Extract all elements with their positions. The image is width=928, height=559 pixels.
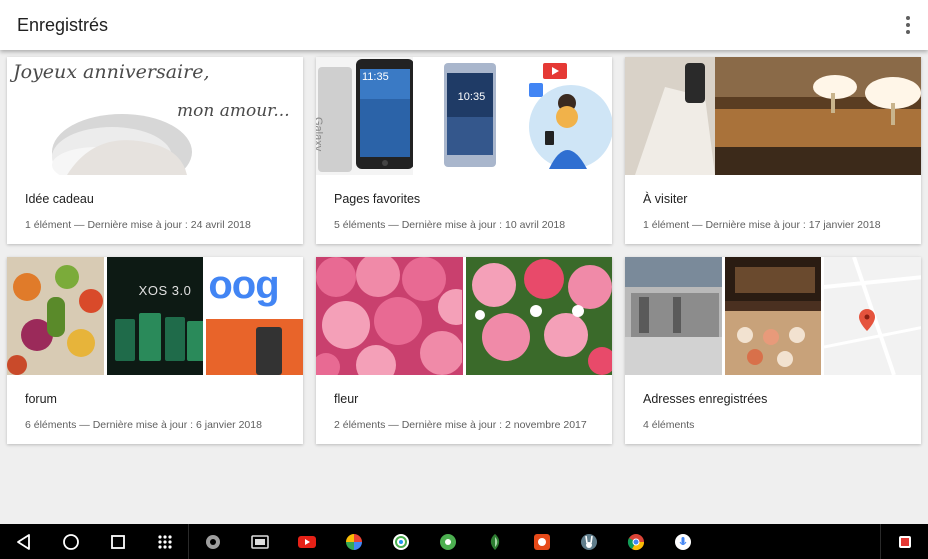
- thumbnail-xos-label: XOS 3.0: [138, 283, 192, 298]
- page-title: Enregistrés: [17, 14, 109, 35]
- card-meta: 6 éléments — Dernière mise à jour : 6 ja…: [25, 419, 262, 431]
- thumbnail-phone-time-2: 10:35: [457, 91, 486, 103]
- thumbnail-phone-time-1: 11:35: [362, 71, 389, 83]
- thumbnail-pastry-shop: [724, 257, 822, 375]
- collection-card-fleur[interactable]: fleur 2 éléments — Dernière mise à jour …: [316, 257, 612, 444]
- thumbnail-assistant-illustration: [515, 57, 612, 175]
- collection-card-adresses[interactable]: Adresses enregistrées 4 éléments: [625, 257, 921, 444]
- thumbnail-map: [824, 257, 921, 375]
- collections-grid: Joyeux anniversaire, mon amour... Idée c…: [7, 57, 922, 444]
- card-thumbnails: XOS 3.0 oog: [7, 257, 303, 375]
- collection-card-a-visiter[interactable]: À visiter 1 élément — Dernière mise à jo…: [625, 57, 921, 244]
- thumbnail-rose-bouquet: [465, 257, 612, 375]
- thumbnail-galaxy-phone: 11:35 Galaxy: [316, 57, 413, 175]
- settings-icon[interactable]: [189, 524, 236, 559]
- thumbnail-station-hall: [625, 257, 722, 375]
- card-meta: 1 élément — Dernière mise à jour : 17 ja…: [643, 219, 881, 231]
- card-thumbnails: 11:35 Galaxy 10:35: [316, 57, 612, 175]
- card-title: forum: [25, 392, 57, 406]
- quik-icon[interactable]: [377, 524, 424, 559]
- card-title: Adresses enregistrées: [643, 392, 768, 406]
- card-meta: 1 élément — Dernière mise à jour : 24 av…: [25, 219, 251, 231]
- home-icon[interactable]: [47, 524, 94, 559]
- card-thumbnails: [316, 257, 612, 375]
- collection-card-idee-cadeau[interactable]: Joyeux anniversaire, mon amour... Idée c…: [7, 57, 303, 244]
- back-icon[interactable]: [0, 524, 47, 559]
- card-title: Pages favorites: [334, 192, 421, 206]
- chrome-icon[interactable]: [612, 524, 659, 559]
- rabbit-app-icon[interactable]: [565, 524, 612, 559]
- snapseed-icon[interactable]: [471, 524, 518, 559]
- card-thumbnails: [625, 257, 921, 375]
- card-thumbnails: [625, 57, 921, 175]
- card-meta: 2 éléments — Dernière mise à jour : 2 no…: [334, 419, 587, 431]
- card-title: fleur: [334, 392, 359, 406]
- tv-app-icon[interactable]: [236, 524, 283, 559]
- thumbnail-xos-phones: XOS 3.0: [106, 257, 204, 375]
- stack-app-icon[interactable]: [881, 524, 928, 559]
- collection-card-forum[interactable]: XOS 3.0 oog forum 6 éléments — Dernière …: [7, 257, 303, 444]
- card-title: À visiter: [643, 192, 688, 206]
- thumbnail-phone-brand: Galaxy: [316, 117, 324, 152]
- thumbnail-bakery-interior: [625, 57, 921, 175]
- camera-app-icon[interactable]: [518, 524, 565, 559]
- more-vert-icon[interactable]: [898, 10, 918, 40]
- photos-icon[interactable]: [330, 524, 377, 559]
- system-navigation-bar: [0, 524, 928, 559]
- thumbnail-vegetables: [7, 257, 104, 375]
- thumbnail-birthday-card: Joyeux anniversaire, mon amour...: [7, 57, 303, 175]
- thumbnail-google-logo: oog: [206, 257, 303, 375]
- card-thumbnails: Joyeux anniversaire, mon amour...: [7, 57, 303, 175]
- card-meta: 4 éléments: [643, 419, 695, 431]
- app-bar: Enregistrés: [0, 0, 928, 50]
- collection-card-pages-favorites[interactable]: 11:35 Galaxy 10:35 Pages favorites 5 élé…: [316, 57, 612, 244]
- card-title: Idée cadeau: [25, 192, 94, 206]
- app-drawer-icon[interactable]: [141, 524, 188, 559]
- thumbnail-xperia-phone: 10:35: [415, 57, 513, 175]
- recents-icon[interactable]: [94, 524, 141, 559]
- thumbnail-google-text: oog: [208, 263, 279, 307]
- card-meta: 5 éléments — Dernière mise à jour : 10 a…: [334, 219, 566, 231]
- thumbnail-pink-roses: [316, 257, 463, 375]
- voice-search-icon[interactable]: [659, 524, 706, 559]
- youtube-icon[interactable]: [283, 524, 330, 559]
- thumbnail-text-1: Joyeux anniversaire,: [13, 61, 210, 83]
- gear-app-icon[interactable]: [424, 524, 471, 559]
- thumbnail-text-2: mon amour...: [177, 101, 290, 121]
